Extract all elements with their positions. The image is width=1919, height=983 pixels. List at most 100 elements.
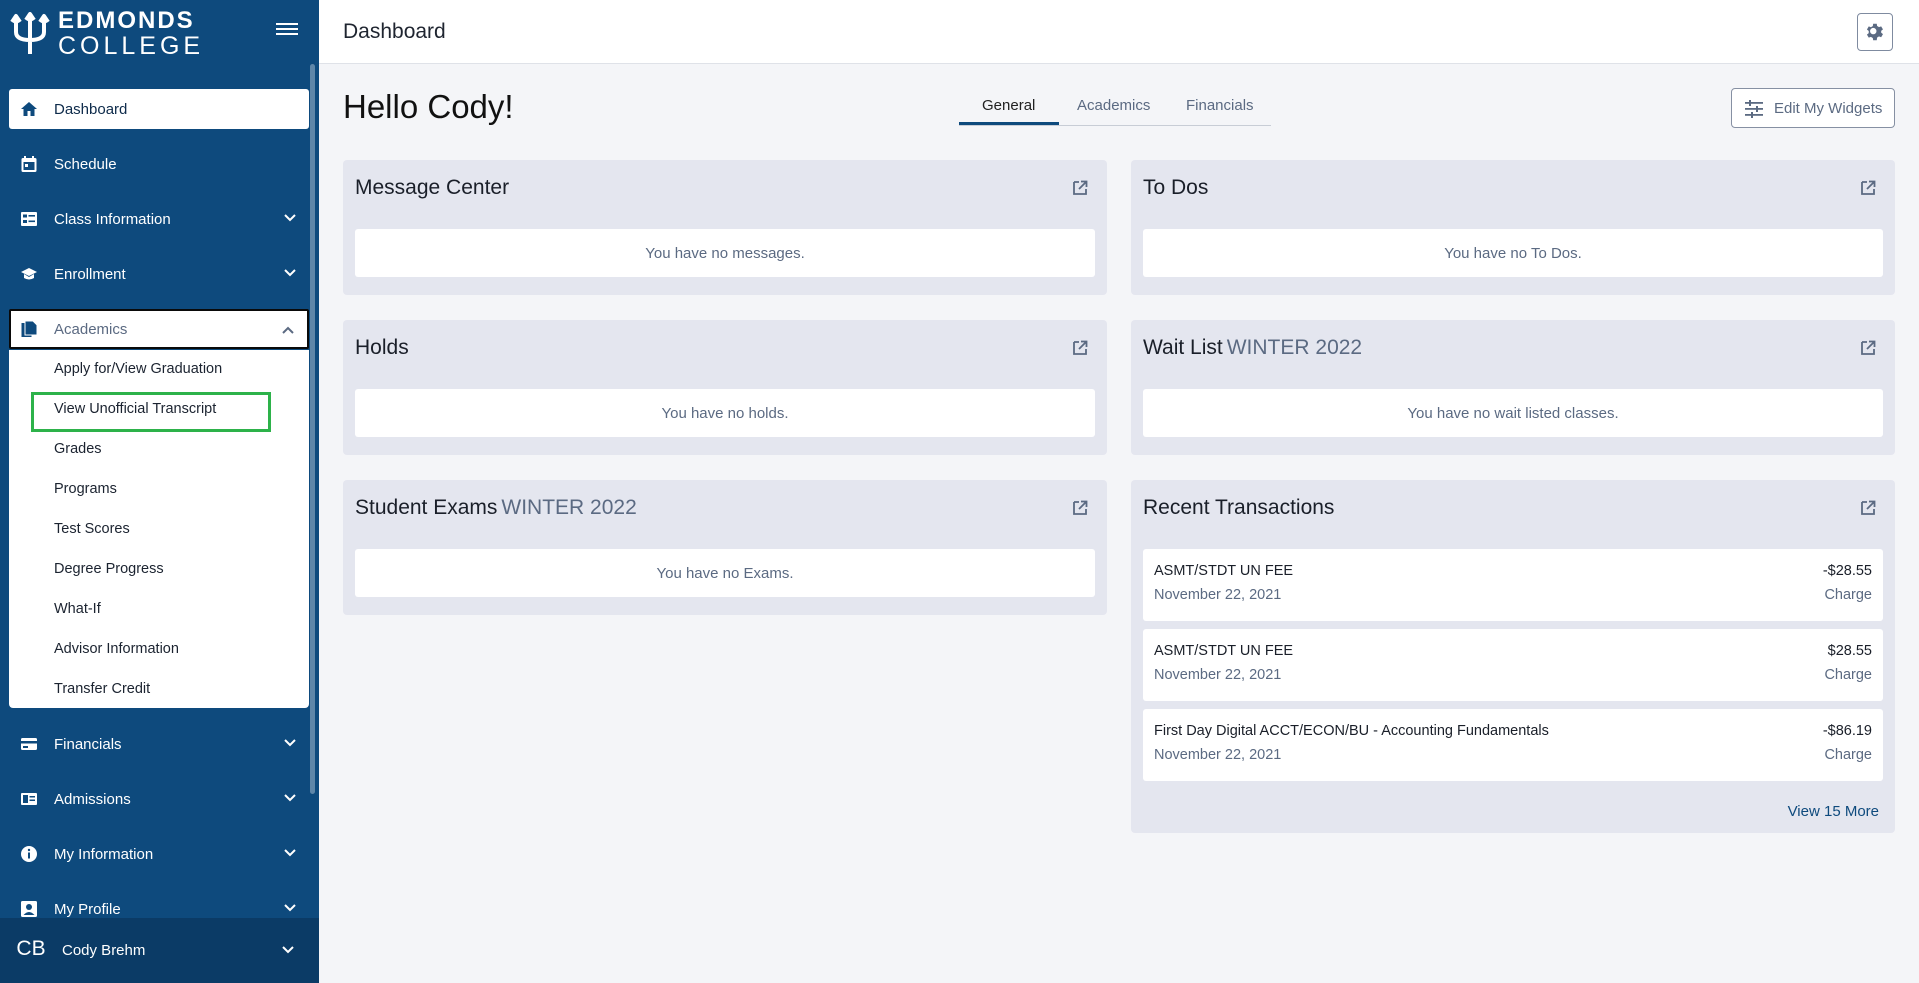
edit-widgets-label: Edit My Widgets	[1774, 100, 1883, 117]
transaction-amount: -$28.55	[1822, 563, 1872, 579]
submenu-programs[interactable]: Programs	[54, 481, 117, 497]
transaction-amount: -$86.19	[1822, 723, 1872, 739]
admissions-icon	[21, 793, 37, 805]
tab-financials[interactable]: Financials	[1186, 97, 1254, 114]
sidebar-item-financials[interactable]: Financials	[9, 724, 309, 764]
greeting: Hello Cody!	[343, 88, 514, 125]
tab-academics[interactable]: Academics	[1077, 97, 1150, 114]
student-exams-title: Student Exams	[355, 496, 498, 519]
transaction-row: First Day Digital ACCT/ECON/BU - Account…	[1143, 709, 1883, 781]
sidebar-item-label: Admissions	[54, 791, 131, 808]
sidebar-item-label: Financials	[54, 736, 122, 753]
chevron-down-icon	[284, 849, 296, 857]
top-header: Dashboard	[319, 0, 1919, 64]
widget-title: Recent Transactions	[1143, 496, 1335, 519]
info-icon	[21, 846, 37, 862]
wait-list-title: Wait List	[1143, 336, 1223, 359]
empty-message: You have no messages.	[355, 229, 1095, 277]
sidebar-item-enrollment[interactable]: Enrollment	[9, 254, 309, 294]
submenu-advisor-information[interactable]: Advisor Information	[54, 641, 179, 657]
edmonds-college-logo[interactable]: EDMONDS COLLEGE	[10, 7, 205, 60]
widget-title: To Dos	[1143, 176, 1209, 199]
active-tab-indicator	[959, 122, 1059, 125]
external-link-icon[interactable]	[1071, 339, 1089, 357]
academics-submenu: Apply for/View Graduation View Unofficia…	[9, 350, 309, 708]
transaction-date: November 22, 2021	[1154, 587, 1282, 603]
class-list-icon	[21, 212, 37, 226]
external-link-icon[interactable]	[1859, 179, 1877, 197]
student-exams-widget: Student Exams WINTER 2022 You have no Exa…	[343, 480, 1107, 615]
transaction-date: November 22, 2021	[1154, 667, 1282, 683]
transaction-description: ASMT/STDT UN FEE	[1154, 563, 1294, 579]
documents-icon	[21, 320, 38, 337]
sidebar: EDMONDS COLLEGE Dashboard Schedule Class…	[0, 0, 319, 983]
widget-title: Student Exams WINTER 2022	[355, 496, 637, 520]
logo-line-2: COLLEGE	[58, 32, 205, 60]
empty-message: You have no wait listed classes.	[1143, 389, 1883, 437]
todos-widget: To Dos You have no To Dos.	[1131, 160, 1895, 295]
sidebar-scrollbar[interactable]	[310, 64, 315, 794]
graduation-cap-icon	[21, 268, 37, 280]
chevron-down-icon	[284, 214, 296, 222]
transaction-description: ASMT/STDT UN FEE	[1154, 643, 1294, 659]
settings-button[interactable]	[1857, 13, 1893, 51]
calendar-icon	[21, 156, 37, 172]
external-link-icon[interactable]	[1071, 499, 1089, 517]
submenu-degree-progress[interactable]: Degree Progress	[54, 561, 164, 577]
widget-title: Wait List WINTER 2022	[1143, 336, 1362, 360]
view-more-link[interactable]: View 15 More	[1788, 803, 1879, 820]
transaction-type: Charge	[1824, 587, 1872, 603]
home-icon	[21, 102, 37, 116]
submenu-view-unofficial-transcript[interactable]: View Unofficial Transcript	[54, 401, 216, 417]
submenu-grades[interactable]: Grades	[54, 441, 102, 457]
widget-title: Holds	[355, 336, 409, 359]
profile-icon	[21, 901, 37, 917]
submenu-apply-view-graduation[interactable]: Apply for/View Graduation	[54, 361, 222, 377]
chevron-up-icon	[282, 326, 294, 334]
trident-icon	[10, 12, 50, 54]
avatar: CB	[11, 929, 51, 969]
transaction-row: ASMT/STDT UN FEE November 22, 2021 $28.5…	[1143, 629, 1883, 701]
message-center-widget: Message Center You have no messages.	[343, 160, 1107, 295]
sidebar-item-label: Academics	[54, 321, 128, 338]
submenu-transfer-credit[interactable]: Transfer Credit	[54, 681, 150, 697]
sliders-icon	[1745, 100, 1763, 118]
sidebar-item-dashboard[interactable]: Dashboard	[9, 89, 309, 129]
empty-message: You have no Exams.	[355, 549, 1095, 597]
sidebar-item-academics[interactable]: Academics	[9, 309, 309, 349]
transaction-type: Charge	[1824, 667, 1872, 683]
credit-card-icon	[21, 738, 37, 750]
sidebar-item-class-information[interactable]: Class Information	[9, 199, 309, 239]
chevron-down-icon	[284, 904, 296, 912]
sidebar-item-label: Enrollment	[54, 266, 126, 283]
tab-general[interactable]: General	[982, 97, 1035, 114]
student-exams-term: WINTER 2022	[501, 496, 637, 519]
sidebar-item-admissions[interactable]: Admissions	[9, 779, 309, 819]
recent-transactions-widget: Recent Transactions ASMT/STDT UN FEE Nov…	[1131, 480, 1895, 833]
edit-my-widgets-button[interactable]: Edit My Widgets	[1731, 88, 1895, 128]
external-link-icon[interactable]	[1859, 339, 1877, 357]
holds-widget: Holds You have no holds.	[343, 320, 1107, 455]
sidebar-item-label: Schedule	[54, 156, 117, 173]
submenu-test-scores[interactable]: Test Scores	[54, 521, 130, 537]
sidebar-item-my-information[interactable]: My Information	[9, 834, 309, 874]
chevron-down-icon	[284, 794, 296, 802]
sidebar-item-label: Dashboard	[54, 101, 128, 118]
transaction-date: November 22, 2021	[1154, 747, 1282, 763]
chevron-down-icon	[284, 269, 296, 277]
external-link-icon[interactable]	[1071, 179, 1089, 197]
logo-line-1: EDMONDS	[58, 7, 195, 34]
external-link-icon[interactable]	[1859, 499, 1877, 517]
transaction-amount: $28.55	[1827, 643, 1872, 659]
sidebar-item-label: Class Information	[54, 211, 171, 228]
sidebar-item-schedule[interactable]: Schedule	[9, 144, 309, 184]
submenu-what-if[interactable]: What-If	[54, 601, 101, 617]
wait-list-widget: Wait List WINTER 2022 You have no wait li…	[1131, 320, 1895, 455]
chevron-down-icon	[284, 739, 296, 747]
transaction-description: First Day Digital ACCT/ECON/BU - Account…	[1154, 723, 1549, 739]
hamburger-menu-icon[interactable]	[274, 20, 300, 42]
gear-icon	[1866, 23, 1883, 41]
chevron-down-icon	[282, 946, 294, 954]
wait-list-term: WINTER 2022	[1226, 336, 1363, 359]
user-menu[interactable]: CB Cody Brehm	[0, 918, 319, 983]
